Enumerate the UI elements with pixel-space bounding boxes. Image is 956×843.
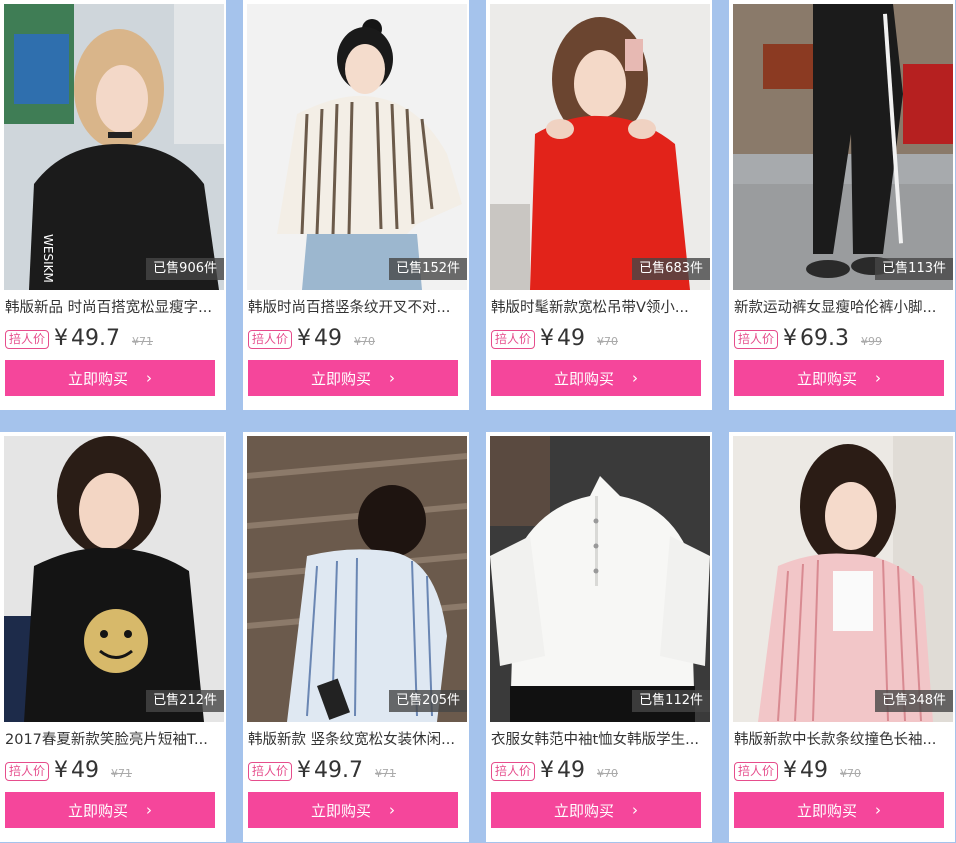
buy-now-button[interactable]: 立即购买 › — [491, 360, 701, 396]
buy-now-label: 立即购买 — [796, 801, 857, 820]
price-row: 掊人价 ¥ 49 ¥70 — [491, 758, 618, 784]
price-tag: 掊人价 — [5, 329, 50, 349]
price-tag: 掊人价 — [248, 329, 293, 349]
currency-symbol: ¥ — [297, 326, 312, 351]
price-row: 掊人价 ¥ 49 ¥70 — [491, 326, 618, 352]
buy-now-button[interactable]: 立即购买 › — [248, 792, 458, 828]
buy-now-label: 立即购买 — [796, 369, 857, 388]
buy-now-button[interactable]: 立即购买 › — [734, 360, 944, 396]
price-tag: 掊人价 — [248, 761, 293, 781]
current-price: 49.7 — [71, 326, 120, 351]
currency-symbol: ¥ — [54, 758, 69, 783]
original-price: ¥70 — [840, 766, 862, 780]
price-tag: 掊人价 — [491, 761, 536, 781]
product-title[interactable]: 韩版新款 竖条纹宽松女装休闲... — [248, 730, 466, 750]
sold-count-badge: 已售348件 — [875, 690, 953, 712]
original-price: ¥99 — [861, 334, 882, 348]
buy-now-label: 立即购买 — [67, 801, 128, 820]
product-card[interactable]: 已售205件 韩版新款 竖条纹宽松女装休闲... 掊人价 ¥ 49.7 ¥71 … — [243, 432, 469, 842]
buy-now-label: 立即购买 — [310, 369, 371, 388]
price-tag: 掊人价 — [734, 329, 779, 349]
product-image[interactable]: 已售212件 — [4, 436, 224, 722]
original-price: ¥71 — [375, 766, 396, 780]
product-title[interactable]: 2017春夏新款笑脸亮片短袖T... — [5, 730, 223, 750]
buy-now-label: 立即购买 — [310, 801, 371, 820]
product-title[interactable]: 韩版时髦新款宽松吊带V领小... — [491, 298, 709, 318]
currency-symbol: ¥ — [540, 758, 555, 783]
currency-symbol: ¥ — [783, 326, 798, 351]
current-price: 49 — [557, 758, 586, 783]
product-card[interactable]: 已售212件 2017春夏新款笑脸亮片短袖T... 掊人价 ¥ 49 ¥71 立… — [0, 432, 226, 842]
product-title[interactable]: 新款运动裤女显瘦哈伦裤小脚... — [734, 298, 952, 318]
current-price: 49 — [71, 758, 100, 783]
currency-symbol: ¥ — [297, 758, 312, 783]
currency-symbol: ¥ — [540, 326, 555, 351]
product-title[interactable]: 韩版时尚百搭竖条纹开叉不对... — [248, 298, 466, 318]
product-card[interactable]: 已售112件 衣服女韩范中袖t恤女韩版学生... 掊人价 ¥ 49 ¥70 立即… — [486, 432, 712, 842]
price-row: 掊人价 ¥ 49 ¥70 — [248, 326, 375, 352]
product-title[interactable]: 衣服女韩范中袖t恤女韩版学生... — [491, 730, 709, 750]
sold-count-badge: 已售205件 — [389, 690, 467, 712]
product-title[interactable]: 韩版新款中长款条纹撞色长袖... — [734, 730, 952, 750]
original-price: ¥71 — [111, 766, 133, 780]
buy-now-button[interactable]: 立即购买 › — [5, 360, 215, 396]
sold-count-badge: 已售112件 — [632, 690, 710, 712]
buy-now-label: 立即购买 — [553, 369, 614, 388]
original-price: ¥70 — [597, 766, 619, 780]
current-price: 49.7 — [314, 758, 363, 783]
sold-count-badge: 已售906件 — [146, 258, 224, 280]
chevron-right-icon: › — [389, 801, 395, 819]
product-title[interactable]: 韩版新品 时尚百搭宽松显瘦字... — [5, 298, 223, 318]
product-image[interactable]: 已售348件 — [733, 436, 953, 722]
price-tag: 掊人价 — [491, 329, 536, 349]
svg-text:WESIKM: WESIKM — [41, 234, 55, 283]
price-row: 掊人价 ¥ 69.3 ¥99 — [734, 326, 882, 352]
buy-now-button[interactable]: 立即购买 › — [491, 792, 701, 828]
chevron-right-icon: › — [632, 369, 638, 387]
product-card[interactable]: 已售348件 韩版新款中长款条纹撞色长袖... 掊人价 ¥ 49 ¥70 立即购… — [729, 432, 955, 842]
price-row: 掊人价 ¥ 49.7 ¥71 — [248, 758, 396, 784]
product-card[interactable]: 已售683件 韩版时髦新款宽松吊带V领小... 掊人价 ¥ 49 ¥70 立即购… — [486, 0, 712, 410]
sold-count-badge: 已售212件 — [146, 690, 224, 712]
chevron-right-icon: › — [632, 801, 638, 819]
product-image[interactable]: 已售112件 — [490, 436, 710, 722]
chevron-right-icon: › — [146, 801, 152, 819]
original-price: ¥70 — [354, 334, 376, 348]
price-row: 掊人价 ¥ 49 ¥70 — [734, 758, 861, 784]
chevron-right-icon: › — [875, 801, 881, 819]
current-price: 49 — [314, 326, 343, 351]
price-tag: 掊人价 — [5, 761, 50, 781]
product-image[interactable]: 已售152件 — [247, 4, 467, 290]
buy-now-button[interactable]: 立即购买 › — [734, 792, 944, 828]
current-price: 69.3 — [800, 326, 849, 351]
product-image[interactable]: 已售683件 — [490, 4, 710, 290]
product-card[interactable]: 已售152件 韩版时尚百搭竖条纹开叉不对... 掊人价 ¥ 49 ¥70 立即购… — [243, 0, 469, 410]
buy-now-button[interactable]: 立即购买 › — [5, 792, 215, 828]
chevron-right-icon: › — [146, 369, 152, 387]
product-image[interactable]: 已售113件 — [733, 4, 953, 290]
buy-now-button[interactable]: 立即购买 › — [248, 360, 458, 396]
price-tag: 掊人价 — [734, 761, 779, 781]
currency-symbol: ¥ — [783, 758, 798, 783]
price-row: 掊人价 ¥ 49.7 ¥71 — [5, 326, 153, 352]
chevron-right-icon: › — [389, 369, 395, 387]
product-grid: WESIKM 已售906件 韩版新品 时尚百搭宽松显瘦字... 掊人价 ¥ 49… — [0, 0, 956, 843]
price-row: 掊人价 ¥ 49 ¥71 — [5, 758, 132, 784]
current-price: 49 — [557, 326, 586, 351]
buy-now-label: 立即购买 — [553, 801, 614, 820]
sold-count-badge: 已售683件 — [632, 258, 710, 280]
current-price: 49 — [800, 758, 829, 783]
product-card[interactable]: WESIKM 已售906件 韩版新品 时尚百搭宽松显瘦字... 掊人价 ¥ 49… — [0, 0, 226, 410]
original-price: ¥71 — [132, 334, 153, 348]
buy-now-label: 立即购买 — [67, 369, 128, 388]
product-image[interactable]: WESIKM 已售906件 — [4, 4, 224, 290]
sold-count-badge: 已售113件 — [875, 258, 953, 280]
chevron-right-icon: › — [875, 369, 881, 387]
currency-symbol: ¥ — [54, 326, 69, 351]
product-card[interactable]: 已售113件 新款运动裤女显瘦哈伦裤小脚... 掊人价 ¥ 69.3 ¥99 立… — [729, 0, 955, 410]
original-price: ¥70 — [597, 334, 619, 348]
sold-count-badge: 已售152件 — [389, 258, 467, 280]
product-image[interactable]: 已售205件 — [247, 436, 467, 722]
